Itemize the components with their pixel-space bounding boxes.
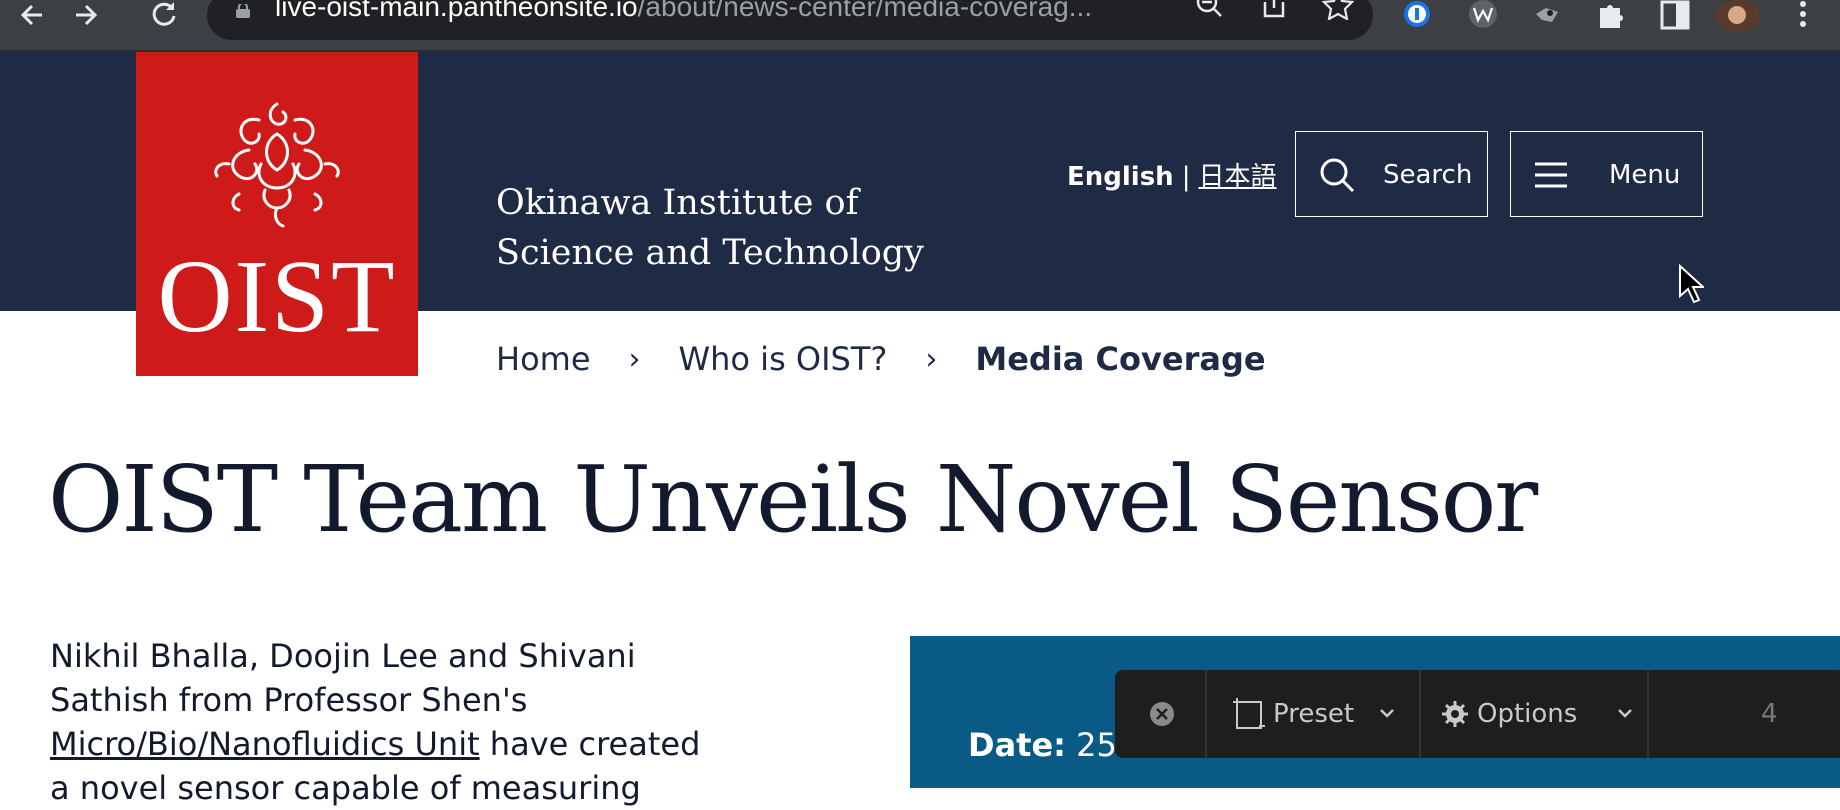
breadcrumb: Home › Who is OIST? › Media Coverage	[496, 340, 1266, 378]
chevron-down-icon	[1380, 709, 1394, 718]
body-text-span: have created	[479, 725, 701, 763]
unit-link[interactable]: Micro/Bio/Nanofluidics Unit	[50, 725, 480, 763]
back-icon[interactable]	[20, 0, 46, 30]
preset-label: Preset	[1273, 699, 1355, 729]
date-label: Date:	[968, 726, 1066, 764]
forward-icon[interactable]	[72, 0, 98, 30]
hamburger-menu-icon	[1535, 162, 1567, 188]
extension-w-icon[interactable]	[1466, 0, 1500, 30]
close-icon[interactable]	[1149, 701, 1175, 727]
article-body: Nikhil Bhalla, Doojin Lee and Shivani Sa…	[50, 634, 710, 810]
url-host: live-oist-main.pantheonsite.io	[275, 0, 638, 22]
browser-toolbar: live-oist-main.pantheonsite.io/about/new…	[0, 0, 1840, 52]
dragon-emblem-icon	[214, 102, 340, 228]
options-label: Options	[1477, 699, 1578, 729]
url-path: /about/news-center/media-coverag...	[637, 0, 1093, 22]
zoom-icon[interactable]	[1193, 0, 1227, 20]
institute-name[interactable]: Okinawa Institute of Science and Technol…	[496, 178, 956, 278]
lang-separator: |	[1181, 162, 1191, 192]
body-line: Sathish from Professor Shen's	[50, 681, 528, 719]
sidebar-icon[interactable]	[1658, 0, 1692, 30]
breadcrumb-home[interactable]: Home	[496, 340, 591, 378]
body-line: Nikhil Bhalla, Doojin Lee and Shivani	[50, 637, 636, 675]
profile-avatar[interactable]	[1716, 0, 1760, 32]
options-dropdown[interactable]: Options	[1421, 670, 1647, 758]
crop-frame-icon	[1233, 698, 1265, 729]
bookmark-star-icon[interactable]	[1321, 0, 1355, 20]
lang-english[interactable]: English	[1067, 162, 1174, 192]
article-date: Date: 25 I	[968, 726, 1136, 764]
logo-wordmark: OIST	[157, 239, 397, 354]
extension-misc-icon[interactable]	[1530, 0, 1564, 30]
body-line: Micro/Bio/Nanofluidics Unit have created	[50, 722, 710, 766]
search-button-label: Search	[1383, 160, 1473, 190]
breadcrumb-current: Media Coverage	[975, 340, 1266, 378]
body-line: a novel sensor capable of measuring	[50, 769, 641, 807]
chevron-down-icon	[1618, 709, 1632, 718]
preset-dropdown[interactable]: Preset	[1207, 670, 1419, 758]
extension-1password-icon[interactable]	[1402, 0, 1436, 30]
language-switcher: English | 日本語	[1067, 156, 1276, 193]
lock-icon[interactable]	[235, 4, 251, 18]
recorder-counter: 4	[1761, 699, 1778, 729]
gear-icon	[1442, 701, 1468, 727]
search-button[interactable]: Search	[1295, 131, 1488, 217]
menu-button[interactable]: Menu	[1510, 131, 1703, 217]
lang-japanese-link[interactable]: 日本語	[1198, 162, 1276, 192]
more-menu-icon[interactable]	[1786, 0, 1820, 30]
menu-button-label: Menu	[1609, 160, 1681, 190]
institute-name-line2: Science and Technology	[496, 233, 924, 273]
reload-icon[interactable]	[150, 0, 178, 30]
extensions-puzzle-icon[interactable]	[1594, 0, 1628, 30]
page-title: OIST Team Unveils Novel Sensor	[48, 446, 1538, 553]
institute-name-line1: Okinawa Institute of	[496, 183, 859, 223]
screen-recorder-toolbar: Preset Options 4	[1115, 670, 1840, 758]
oist-logo[interactable]: OIST	[136, 52, 418, 376]
chevron-right-icon: ›	[925, 341, 938, 377]
share-icon[interactable]	[1257, 0, 1291, 20]
mouse-cursor-icon	[1679, 264, 1704, 304]
breadcrumb-who-is-oist[interactable]: Who is OIST?	[679, 340, 888, 378]
url-text[interactable]: live-oist-main.pantheonsite.io/about/new…	[275, 0, 1092, 22]
address-bar[interactable]: live-oist-main.pantheonsite.io/about/new…	[207, 0, 1373, 40]
search-icon	[1320, 158, 1355, 193]
chevron-right-icon: ›	[628, 341, 641, 377]
